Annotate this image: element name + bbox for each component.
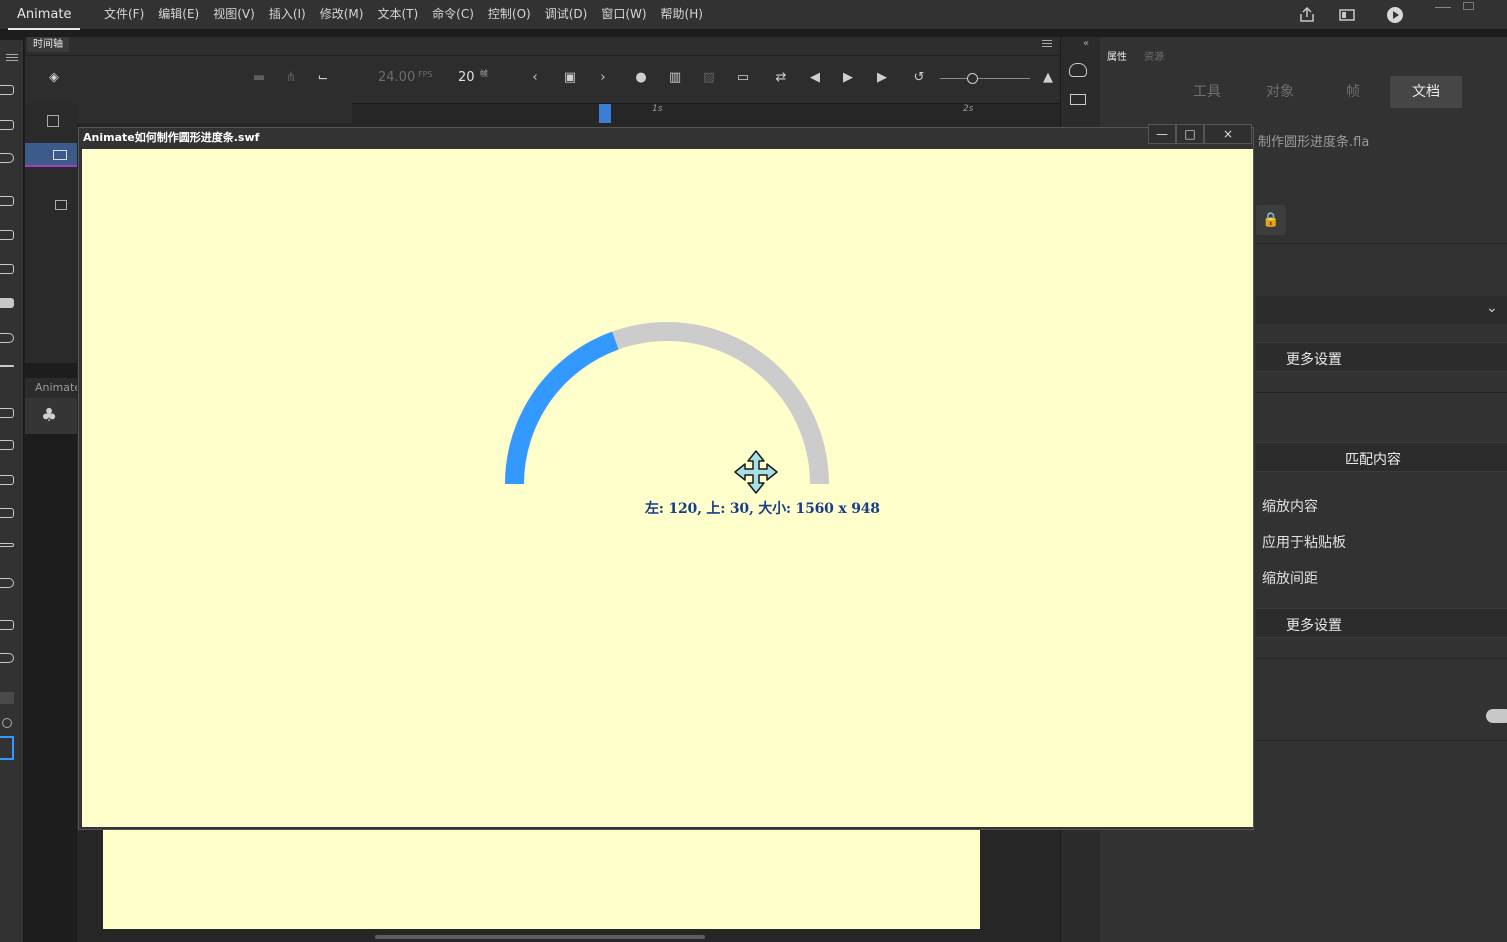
circular-progress-bar [505, 322, 829, 494]
progress-track [505, 322, 829, 485]
move-cursor-icon [734, 450, 778, 494]
position-size-label: 左: 120, 上: 30, 大小: 1560 x 948 [645, 501, 880, 517]
progress-fill [505, 331, 619, 485]
